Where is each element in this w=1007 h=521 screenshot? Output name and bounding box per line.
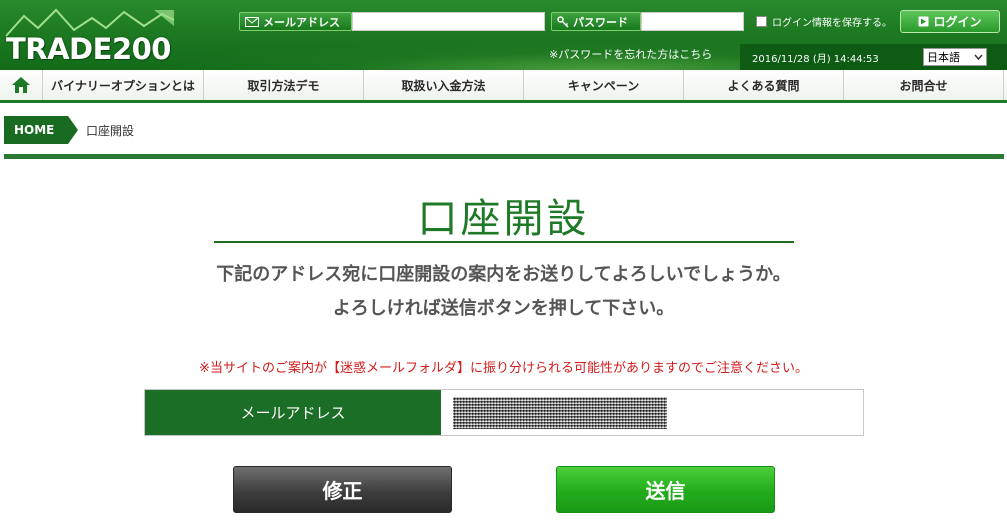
key-icon	[557, 15, 569, 28]
breadcrumb: HOME 口座開設	[4, 116, 134, 144]
page-title: 口座開設	[417, 196, 590, 242]
breadcrumb-home-link[interactable]: HOME	[4, 116, 78, 144]
email-confirm-value	[441, 390, 863, 435]
confirm-message-line1: 下記のアドレス宛に口座開設の案内をお送りしてよろしいでしょうか。	[216, 264, 791, 285]
remember-login-checkbox[interactable]	[756, 16, 767, 27]
site-logo[interactable]: TRADE200	[4, 6, 176, 66]
login-arrow-icon	[918, 16, 929, 27]
nav-home[interactable]	[0, 70, 43, 100]
site-header: TRADE200 メールアドレス パスワード ログイン情報を保存する。 ログイン…	[0, 0, 1007, 70]
language-select-value: 日本語	[927, 51, 960, 64]
email-login-label-text: メールアドレス	[263, 15, 340, 29]
current-datetime: 2016/11/28 (月) 14:44:53	[752, 54, 879, 65]
section-divider	[4, 154, 1004, 159]
email-confirm-row: メールアドレス	[144, 389, 864, 436]
nav-item-faq[interactable]: よくある質問	[684, 70, 844, 100]
nav-item-contact[interactable]: お問合せ	[844, 70, 1004, 100]
nav-item-trade-demo[interactable]: 取引方法デモ	[204, 70, 364, 100]
mail-icon	[245, 16, 259, 27]
login-button[interactable]: ログイン	[900, 10, 1000, 33]
nav-item-campaign[interactable]: キャンペーン	[524, 70, 684, 100]
email-login-input[interactable]	[352, 12, 545, 31]
modify-button-label: 修正	[322, 479, 363, 503]
main-nav: バイナリーオプションとは 取引方法デモ 取扱い入金方法 キャンペーン よくある質…	[0, 70, 1007, 103]
nav-item-label: 取引方法デモ	[247, 78, 320, 93]
modify-button[interactable]: 修正	[233, 466, 452, 513]
nav-item-label: お問合せ	[899, 78, 948, 93]
email-confirm-label: メールアドレス	[145, 390, 441, 435]
chevron-down-icon	[974, 54, 983, 60]
forgot-password-link[interactable]: ※パスワードを忘れた方はこちら	[549, 46, 712, 62]
nav-item-binary-options[interactable]: バイナリーオプションとは	[43, 70, 204, 100]
password-login-label: パスワード	[551, 12, 641, 31]
spam-folder-notice: ※当サイトのご案内が【迷惑メールフォルダ】に振り分けられる可能性がありますのでご…	[199, 361, 808, 376]
nav-item-label: 取扱い入金方法	[401, 78, 486, 93]
home-icon	[12, 77, 30, 93]
nav-item-label: よくある質問	[727, 78, 800, 93]
breadcrumb-home-label: HOME	[14, 123, 55, 137]
confirm-message-line2: よろしければ送信ボタンを押して下さい。	[332, 298, 675, 319]
remember-login-label: ログイン情報を保存する。	[772, 18, 892, 29]
password-login-input[interactable]	[641, 12, 744, 31]
password-login-label-text: パスワード	[573, 15, 628, 29]
nav-item-deposit-methods[interactable]: 取扱い入金方法	[364, 70, 524, 100]
breadcrumb-current: 口座開設	[86, 123, 135, 138]
submit-button-label: 送信	[645, 479, 686, 503]
redacted-email-value	[453, 397, 667, 429]
nav-item-label: バイナリーオプションとは	[51, 78, 195, 93]
logo-text: TRADE200	[6, 32, 171, 66]
nav-item-label: キャンペーン	[567, 78, 640, 93]
title-underline	[214, 241, 794, 243]
language-select[interactable]: 日本語	[923, 48, 987, 66]
submit-button[interactable]: 送信	[556, 466, 775, 513]
email-login-label: メールアドレス	[239, 12, 352, 31]
login-button-label: ログイン	[933, 15, 982, 29]
